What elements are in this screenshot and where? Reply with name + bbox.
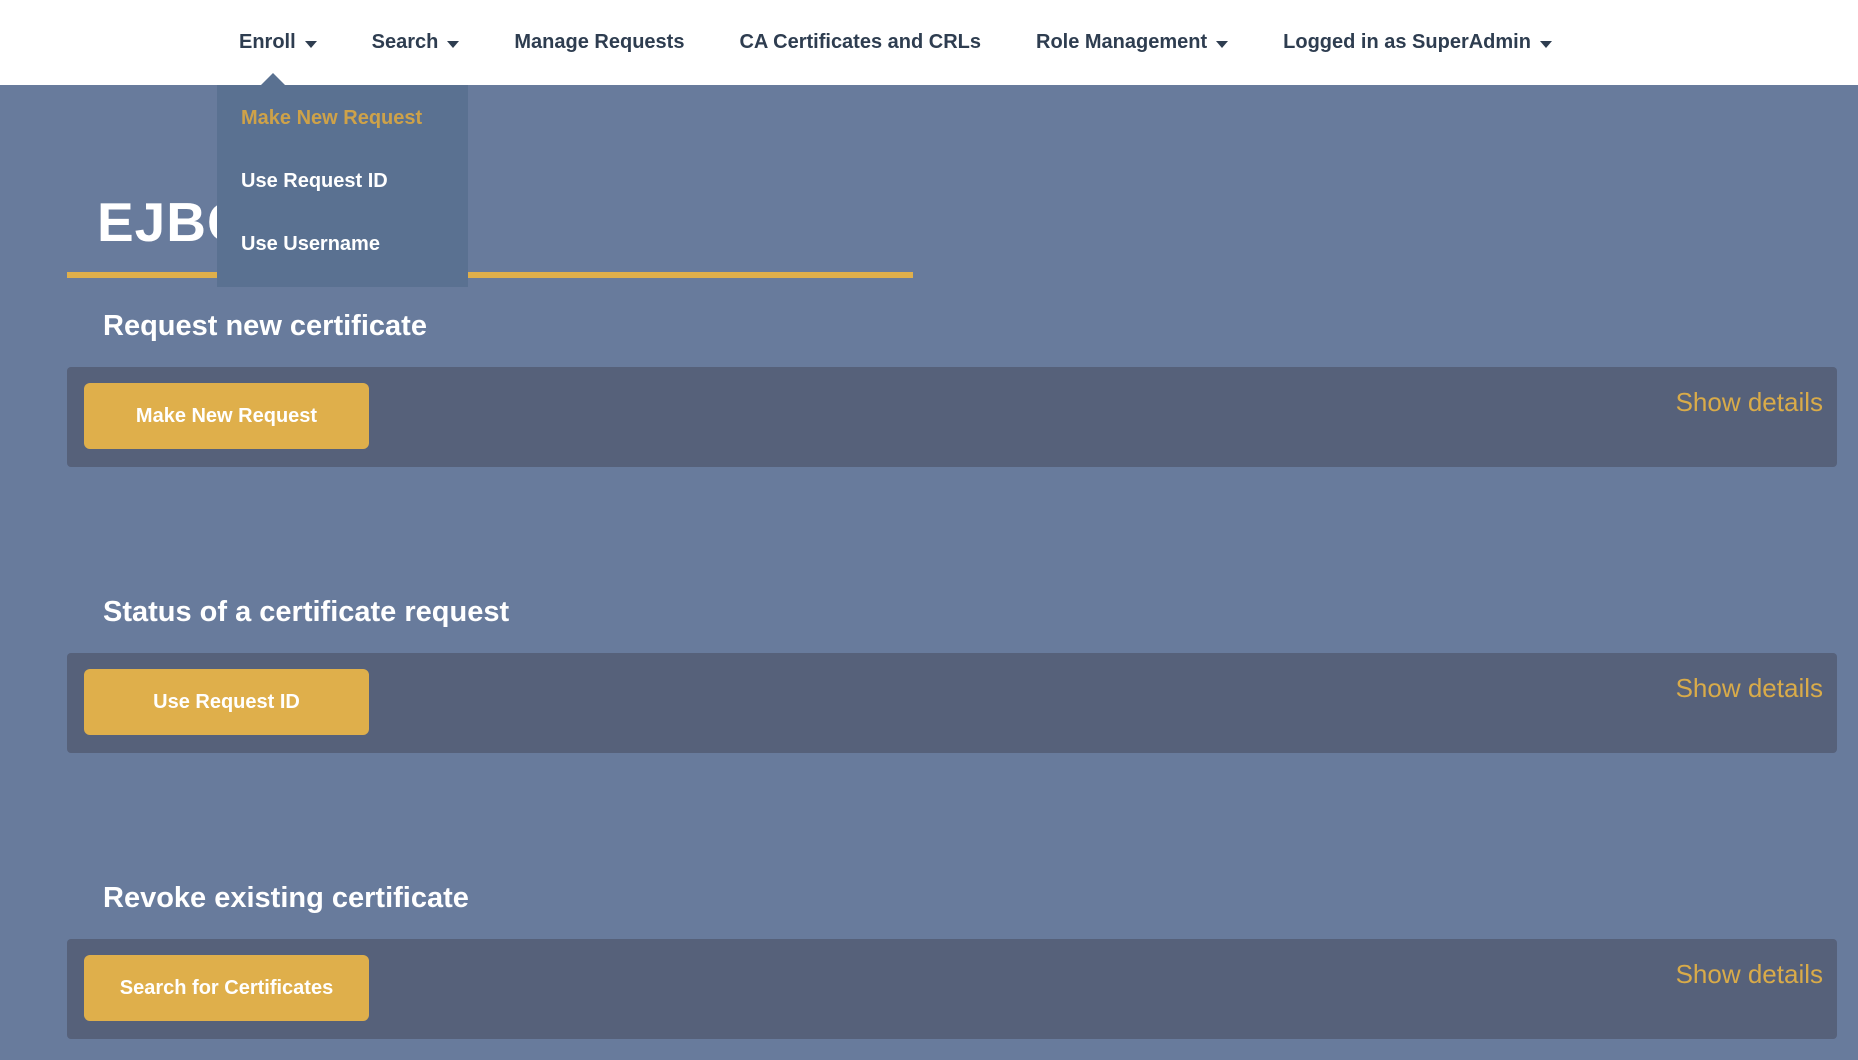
nav-item-label: Role Management [1036,31,1207,54]
use-request-id-button[interactable]: Use Request ID [84,669,369,735]
section-heading-request-new-certificate: Request new certificate [103,305,427,347]
nav-item-role-management[interactable]: Role Management [1036,31,1228,54]
chevron-down-icon [305,41,317,48]
title-underline [67,272,913,278]
nav-item-enroll[interactable]: Enroll [239,31,317,54]
menu-item-use-request-id[interactable]: Use Request ID [217,150,468,213]
nav-item-label: Logged in as SuperAdmin [1283,31,1531,54]
nav-item-label: CA Certificates and CRLs [739,31,981,54]
show-details-link[interactable]: Show details [1676,673,1823,704]
show-details-link[interactable]: Show details [1676,387,1823,418]
enroll-dropdown-menu: Make New Request Use Request ID Use User… [217,85,468,287]
nav-item-logged-in-as-superadmin[interactable]: Logged in as SuperAdmin [1283,31,1552,54]
nav-item-manage-requests[interactable]: Manage Requests [514,31,684,54]
show-details-link[interactable]: Show details [1676,959,1823,990]
section-heading-status-of-request: Status of a certificate request [103,591,509,633]
make-new-request-button[interactable]: Make New Request [84,383,369,449]
panel-status-of-request: Use Request ID Show details [67,653,1837,753]
nav-item-ca-certificates-and-crls[interactable]: CA Certificates and CRLs [739,31,981,54]
nav-item-label: Manage Requests [514,31,684,54]
panel-request-new-certificate: Make New Request Show details [67,367,1837,467]
chevron-down-icon [1540,41,1552,48]
menu-item-use-username[interactable]: Use Username [217,213,468,276]
chevron-down-icon [1216,41,1228,48]
section-heading-revoke-existing-certificate: Revoke existing certificate [103,877,469,919]
chevron-down-icon [447,41,459,48]
nav-item-label: Enroll [239,31,296,54]
nav-item-label: Search [372,31,439,54]
search-for-certificates-button[interactable]: Search for Certificates [84,955,369,1021]
menu-item-make-new-request[interactable]: Make New Request [217,87,468,150]
nav-item-search[interactable]: Search [372,31,460,54]
panel-revoke-existing-certificate: Search for Certificates Show details [67,939,1837,1039]
